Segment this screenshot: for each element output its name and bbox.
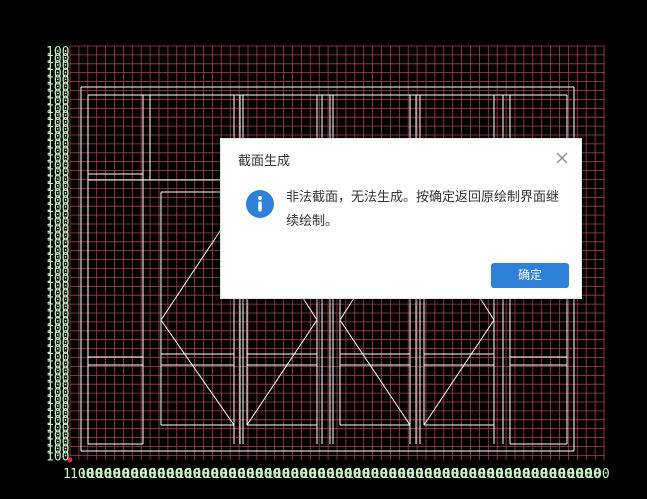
x-axis-label: 100 xyxy=(586,467,609,482)
info-icon xyxy=(246,190,274,218)
y-axis-labels: 1001001001001001001001001001001001001001… xyxy=(46,45,69,465)
y-axis-label: 100 xyxy=(46,450,69,465)
dialog-title: 截面生成 xyxy=(238,154,291,169)
origin-marker xyxy=(67,457,73,463)
dialog-message: 非法截面，无法生成。按确定返回原绘制界面继续绘制。 xyxy=(286,190,560,229)
drawing-line xyxy=(246,319,318,426)
drawing-line xyxy=(160,319,235,426)
section-generation-dialog: 截面生成 非法截面，无法生成。按确定返回原绘制界面继续绘制。 确定 xyxy=(220,138,582,299)
x-axis-labels: 1 100100100100100100100100100100100100100… xyxy=(63,467,610,482)
close-icon[interactable] xyxy=(555,151,569,165)
confirm-button[interactable]: 确定 xyxy=(491,263,569,288)
